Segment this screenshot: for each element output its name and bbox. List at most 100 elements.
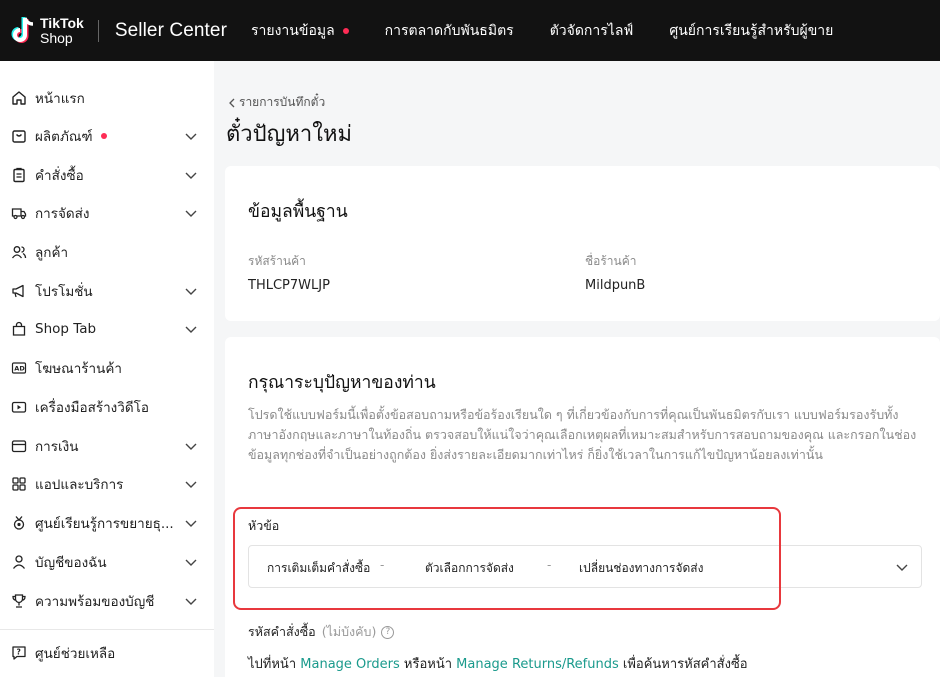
sidebar-item-finance[interactable]: การเงิน	[0, 427, 214, 465]
product-icon	[11, 128, 27, 144]
logo-text-tiktok: TikTok	[40, 14, 84, 31]
megaphone-icon	[11, 283, 27, 299]
tiktok-shop-logo[interactable]: TikTok Shop	[10, 0, 84, 61]
video-icon	[11, 399, 27, 415]
sidebar-item-label: ความพร้อมของบัญชี	[35, 594, 155, 610]
back-link[interactable]: รายการบันทึกตั๋ว	[228, 93, 325, 112]
chevron-down-icon[interactable]	[184, 477, 198, 491]
hint-prefix: ไปที่หน้า	[248, 657, 297, 672]
chevron-down-icon[interactable]	[184, 594, 198, 608]
apps-grid-icon	[11, 476, 27, 492]
order-id-label: รหัสคำสั่งซื้อ (ไม่บังคับ) ?	[248, 622, 395, 642]
notification-dot	[100, 133, 107, 139]
sidebar-item-label: โปรโมชั่น	[35, 284, 93, 300]
issue-form-description: โปรดใช้แบบฟอร์มนี้เพื่อตั้งข้อสอบถามหรือ…	[248, 407, 917, 462]
help-icon: ?	[11, 645, 27, 661]
nav-data-report[interactable]: รายงานข้อมูล	[251, 20, 349, 42]
app-title[interactable]: Seller Center	[115, 20, 227, 42]
shop-name-value: MildpunB	[585, 278, 646, 293]
logo-text-shop: Shop	[40, 29, 73, 46]
sidebar-item-label: หน้าแรก	[35, 91, 85, 107]
order-id-label-text: รหัสคำสั่งซื้อ	[248, 624, 316, 639]
clipboard-icon	[11, 167, 27, 183]
nav-live-manager[interactable]: ตัวจัดการไลฟ์	[550, 20, 634, 42]
nav-seller-learning-center[interactable]: ศูนย์การเรียนรู้สำหรับผู้ขาย	[669, 20, 833, 42]
top-nav-menu: รายงานข้อมูล การตลาดกับพันธมิตร ตัวจัดกา…	[251, 20, 869, 42]
sidebar-item-label: ศูนย์ช่วยเหลือ	[35, 646, 116, 662]
shop-code-value: THLCP7WLJP	[248, 278, 330, 293]
wallet-icon	[11, 438, 27, 454]
back-link-label: รายการบันทึกตั๋ว	[239, 95, 326, 109]
notification-dot	[342, 27, 349, 34]
customers-icon	[11, 244, 27, 260]
sidebar: หน้าแรก ผลิตภัณฑ์ คำสั่งซื้อ การจัดส่ง ล…	[0, 61, 214, 677]
sidebar-item-label: การเงิน	[35, 439, 79, 455]
sidebar-item-label: ลูกค้า	[35, 245, 69, 261]
sidebar-item-label: Shop Tab	[35, 321, 97, 337]
highlight-box	[233, 507, 781, 610]
chevron-down-icon[interactable]	[184, 284, 198, 298]
chevron-down-icon[interactable]	[184, 516, 198, 530]
home-icon	[11, 90, 27, 106]
shop-name-label: ชื่อร้านค้า	[585, 254, 637, 268]
nav-marketing-partners-label: การตลาดกับพันธมิตร	[384, 22, 514, 39]
sidebar-item-label: บัญชีของฉัน	[35, 555, 107, 571]
logo-text: TikTok Shop	[40, 14, 84, 46]
top-navigation-bar: TikTok Shop Seller Center รายงานข้อมูล ก…	[0, 0, 940, 61]
svg-text:?: ?	[17, 648, 21, 657]
chevron-down-icon[interactable]	[184, 168, 198, 182]
sidebar-item-home[interactable]: หน้าแรก	[0, 79, 214, 117]
user-icon	[11, 554, 27, 570]
sidebar-item-label: แอปและบริการ	[35, 477, 124, 493]
sidebar-divider	[0, 629, 214, 630]
shop-code-label: รหัสร้านค้า	[248, 254, 306, 268]
chevron-down-icon[interactable]	[184, 439, 198, 453]
sidebar-item-label: การจัดส่ง	[35, 206, 90, 222]
manage-returns-link[interactable]: Manage Returns/Refunds	[456, 657, 619, 672]
chevron-down-icon[interactable]	[184, 322, 198, 336]
sidebar-item-label: เครื่องมือสร้างวิดีโอ	[35, 400, 149, 416]
nav-marketing-partners[interactable]: การตลาดกับพันธมิตร	[385, 20, 514, 42]
sidebar-item-business-learning[interactable]: ศูนย์เรียนรู้การขยายธุ...	[0, 504, 214, 542]
tiktok-logo-icon	[10, 15, 36, 47]
chevron-left-icon	[229, 98, 235, 107]
shopping-bag-icon	[11, 321, 27, 337]
chevron-down-icon[interactable]	[184, 555, 198, 569]
nav-seller-learning-center-label: ศูนย์การเรียนรู้สำหรับผู้ขาย	[669, 22, 834, 39]
question-icon[interactable]: ?	[381, 625, 395, 639]
issue-form-title: กรุณาระบุปัญหาของท่าน	[248, 373, 436, 393]
svg-text:AD: AD	[14, 365, 25, 373]
sidebar-item-shop-ads[interactable]: AD โฆษณาร้านค้า	[0, 349, 214, 387]
medal-icon	[11, 515, 27, 531]
sidebar-item-products[interactable]: ผลิตภัณฑ์	[0, 117, 214, 155]
sidebar-item-promotions[interactable]: โปรโมชั่น	[0, 272, 214, 310]
sidebar-item-video-tool[interactable]: เครื่องมือสร้างวิดีโอ	[0, 388, 214, 426]
sidebar-item-apps-services[interactable]: แอปและบริการ	[0, 465, 214, 503]
hint-middle: หรือหน้า	[403, 657, 453, 672]
optional-tag: (ไม่บังคับ)	[321, 624, 377, 639]
sidebar-item-account-readiness[interactable]: ความพร้อมของบัญชี	[0, 582, 214, 620]
basic-info-title: ข้อมูลพื้นฐาน	[248, 202, 348, 222]
sidebar-item-my-account[interactable]: บัญชีของฉัน	[0, 543, 214, 581]
chevron-down-icon[interactable]	[184, 206, 198, 220]
sidebar-item-label: ศูนย์เรียนรู้การขยายธุ...	[35, 516, 174, 532]
basic-info-card: ข้อมูลพื้นฐาน รหัสร้านค้า THLCP7WLJP ชื่…	[225, 166, 940, 321]
hint-suffix: เพื่อค้นหารหัสคำสั่งซื้อ	[622, 657, 748, 672]
sidebar-item-shipping[interactable]: การจัดส่ง	[0, 194, 214, 232]
sidebar-item-label: คำสั่งซื้อ	[35, 168, 84, 184]
nav-data-report-label: รายงานข้อมูล	[251, 22, 335, 39]
manage-orders-link[interactable]: Manage Orders	[300, 657, 400, 672]
sidebar-item-customers[interactable]: ลูกค้า	[0, 233, 214, 271]
header-divider	[97, 19, 99, 42]
page-title: ตั๋วปัญหาใหม่	[226, 122, 352, 147]
sidebar-item-shop-tab[interactable]: Shop Tab	[0, 310, 214, 348]
sidebar-item-products-text: ผลิตภัณฑ์	[35, 129, 93, 145]
sidebar-item-orders[interactable]: คำสั่งซื้อ	[0, 156, 214, 194]
chevron-down-icon[interactable]	[184, 129, 198, 143]
truck-icon	[11, 205, 27, 221]
sidebar-item-label: ผลิตภัณฑ์	[35, 125, 107, 147]
trophy-icon	[11, 593, 27, 609]
chevron-down-icon	[896, 564, 908, 571]
sidebar-item-help-center[interactable]: ? ศูนย์ช่วยเหลือ	[0, 634, 214, 672]
order-id-hint: ไปที่หน้า Manage Orders หรือหน้า Manage …	[248, 653, 748, 674]
